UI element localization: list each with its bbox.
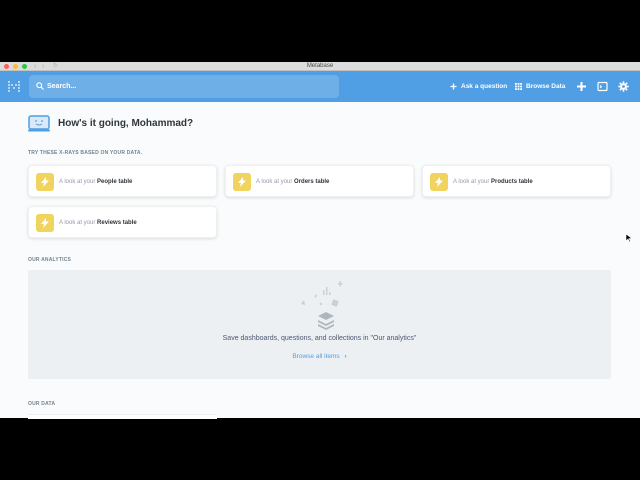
- search-icon: [36, 82, 44, 90]
- browse-all-items-link[interactable]: Browse all items ›: [28, 353, 611, 360]
- ask-question-button[interactable]: Ask a question: [450, 71, 507, 102]
- xray-table-name: People table: [97, 179, 133, 185]
- top-navbar: Search... Ask a question Browse Data: [0, 71, 640, 102]
- xray-table-name: Reviews table: [97, 220, 137, 226]
- search-bar[interactable]: Search...: [29, 75, 339, 98]
- analytics-empty-message: Save dashboards, questions, and collecti…: [222, 335, 417, 342]
- xray-prefix: A look at your: [256, 179, 293, 185]
- xray-card-reviews[interactable]: A look at your Reviews table: [28, 206, 217, 238]
- xray-card-products[interactable]: A look at your Products table: [422, 165, 611, 197]
- collection-stack-icon: [301, 281, 343, 330]
- ask-question-label: Ask a question: [461, 83, 508, 90]
- grid-icon: [515, 83, 522, 90]
- bolt-icon: [36, 214, 54, 232]
- mouse-pointer-icon: [626, 234, 632, 242]
- bolt-icon: [233, 173, 251, 191]
- browse-data-button[interactable]: Browse Data: [515, 71, 565, 102]
- metabase-logo-icon[interactable]: [8, 81, 20, 92]
- bolt-icon: [36, 173, 54, 191]
- gear-icon[interactable]: [618, 81, 629, 92]
- plus-icon: [450, 83, 457, 90]
- analytics-heading: OUR ANALYTICS: [28, 257, 72, 263]
- xrays-heading: TRY THESE X-RAYS BASED ON YOUR DATA.: [28, 150, 143, 156]
- xray-prefix: A look at your: [59, 179, 96, 185]
- new-item-plus-icon[interactable]: [576, 81, 587, 92]
- page-greeting: How's it going, Mohammad?: [58, 118, 194, 129]
- search-input[interactable]: Search...: [47, 75, 76, 98]
- xray-table-name: Products table: [491, 179, 533, 185]
- our-data-card-partial[interactable]: [28, 414, 217, 419]
- xray-card-orders[interactable]: A look at your Orders table: [225, 165, 414, 197]
- write-sql-icon[interactable]: [597, 81, 608, 92]
- xray-table-name: Orders table: [294, 179, 330, 185]
- xray-prefix: A look at your: [453, 179, 490, 185]
- window-titlebar: ‹ › ↻ Metabase: [0, 62, 640, 71]
- xray-card-people[interactable]: A look at your People table: [28, 165, 217, 197]
- window-title: Metabase: [306, 63, 334, 69]
- our-analytics-empty-state: Save dashboards, questions, and collecti…: [28, 270, 611, 379]
- our-data-heading: OUR DATA: [28, 401, 56, 407]
- browse-data-label: Browse Data: [526, 83, 566, 90]
- browse-all-label: Browse all items: [292, 353, 340, 360]
- xray-prefix: A look at your: [59, 220, 96, 226]
- chevron-right-icon: ›: [344, 353, 347, 360]
- smiling-monitor-icon: [28, 115, 50, 132]
- bolt-icon: [430, 173, 448, 191]
